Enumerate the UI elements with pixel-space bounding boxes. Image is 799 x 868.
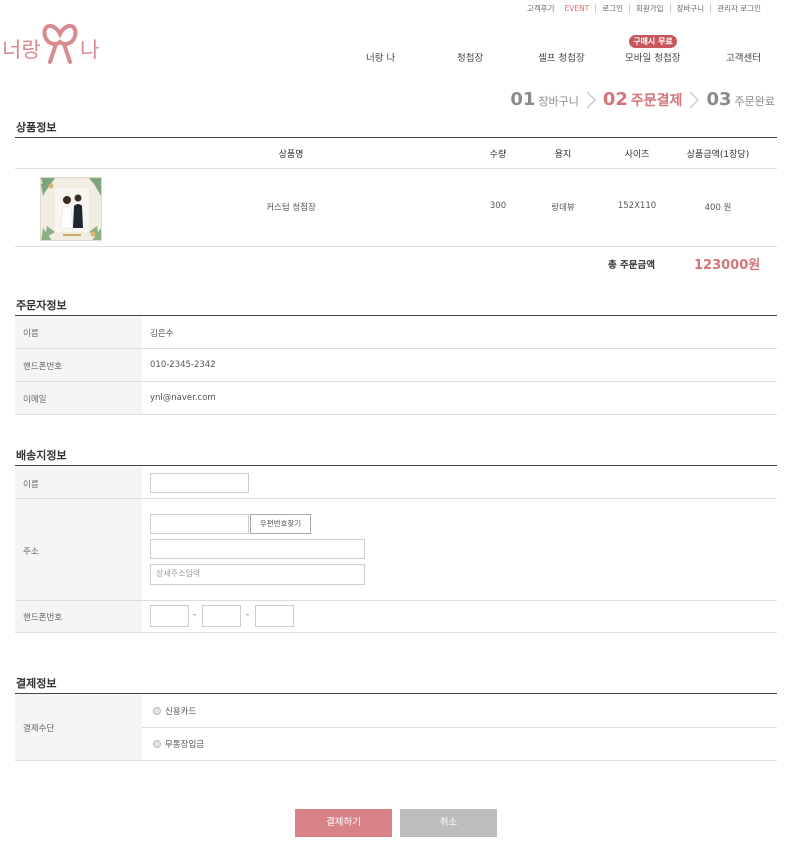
col-header-price: 상품금액(1장당) <box>686 150 750 160</box>
dash-separator: - <box>246 610 250 620</box>
step-payment: 02 주문결제 <box>602 89 683 110</box>
col-header-name: 상품명 <box>278 150 304 160</box>
orderer-email-label: 이메일 <box>23 395 47 405</box>
nav-item-customer-center[interactable]: 고객센터 <box>726 50 761 64</box>
col-header-paper: 용지 <box>554 150 572 160</box>
address-detail-input[interactable]: 상세주소입력 <box>150 564 365 585</box>
product-section-title: 상품정보 <box>16 121 57 134</box>
divider <box>15 632 777 633</box>
payment-method-label: 결제수단 <box>23 724 55 734</box>
utility-links: 고객후기 EVENT 로그인 회원가입 장바구니 관리자 로그인 <box>521 4 767 13</box>
product-size: 152X110 <box>617 201 657 211</box>
phone-part3-input[interactable] <box>255 605 294 627</box>
shipping-address-label: 주소 <box>23 547 39 557</box>
dash-separator: - <box>193 610 197 620</box>
order-steps: 01 장바구니 02 주문결제 03 주문완료 <box>510 89 775 110</box>
util-link-login[interactable]: 로그인 <box>595 4 629 13</box>
wedding-photo-image <box>41 178 101 240</box>
divider <box>15 498 777 499</box>
orderer-phone-label: 핸드폰번호 <box>23 362 63 372</box>
divider <box>15 168 777 169</box>
total-amount-label: 총 주문금액 <box>608 260 656 271</box>
zipcode-input[interactable] <box>150 514 249 534</box>
util-link-signup[interactable]: 회원가입 <box>628 4 670 13</box>
divider <box>15 246 777 247</box>
divider <box>142 727 777 728</box>
divider <box>15 600 777 601</box>
logo[interactable]: 너랑 나 <box>2 18 112 68</box>
pay-button[interactable]: 결제하기 <box>295 809 392 837</box>
shipping-name-input[interactable] <box>150 473 249 493</box>
product-paper: 랑데뷰 <box>551 203 575 213</box>
radio-bank-transfer[interactable] <box>153 740 161 748</box>
phone-part2-input[interactable] <box>202 605 241 627</box>
step-cart: 01 장바구니 <box>510 89 579 110</box>
total-amount-value: 123000원 <box>694 258 761 273</box>
orderer-email-value: ynl@naver.com <box>150 393 216 403</box>
orderer-name-label: 이름 <box>23 329 39 339</box>
product-thumbnail <box>40 177 102 241</box>
divider <box>15 137 777 138</box>
chevron-right-icon <box>689 90 700 109</box>
col-header-size: 사이즈 <box>624 150 650 160</box>
phone-part1-input[interactable] <box>150 605 189 627</box>
bank-transfer-label[interactable]: 무통장입금 <box>165 738 204 750</box>
chevron-right-icon <box>586 90 596 109</box>
product-qty: 300 <box>489 201 507 211</box>
nav-item-self-invitation[interactable]: 셀프 청첩장 <box>538 50 585 64</box>
divider <box>15 381 777 382</box>
col-header-qty: 수량 <box>489 150 507 160</box>
radio-credit-card[interactable] <box>153 707 161 715</box>
util-link-event[interactable]: EVENT <box>560 4 595 13</box>
credit-card-label[interactable]: 신용카드 <box>165 705 196 717</box>
nav-item-mobile-invitation[interactable]: 모바일 청첩장 <box>625 50 680 64</box>
divider <box>15 760 777 761</box>
free-badge: 구매시 무료 <box>629 35 677 48</box>
divider <box>15 414 777 415</box>
shipping-name-label: 이름 <box>23 480 39 490</box>
payment-section-title: 결제정보 <box>16 677 57 690</box>
product-name: 커스텀 청첩장 <box>266 203 316 213</box>
orderer-phone-value: 010-2345-2342 <box>150 360 216 370</box>
nav-item-home[interactable]: 너랑 나 <box>366 50 395 64</box>
logo-text-right: 나 <box>80 38 100 62</box>
orderer-name-value: 김은수 <box>150 329 174 339</box>
product-price: 400 원 <box>704 203 732 213</box>
step-complete: 03 주문완료 <box>706 89 775 110</box>
address-input[interactable] <box>150 539 365 559</box>
util-link-admin-login[interactable]: 관리자 로그인 <box>710 4 767 13</box>
nav-item-invitation[interactable]: 청첩장 <box>457 50 483 64</box>
cancel-button[interactable]: 취소 <box>400 809 497 837</box>
util-link-reviews[interactable]: 고객후기 <box>521 4 561 13</box>
heart-ribbon-icon <box>42 24 78 64</box>
divider <box>15 348 777 349</box>
util-link-cart[interactable]: 장바구니 <box>669 4 711 13</box>
logo-text-left: 너랑 <box>2 38 41 62</box>
shipping-section-title: 배송지정보 <box>16 449 67 462</box>
zipcode-search-button[interactable]: 우편번호찾기 <box>250 514 311 534</box>
shipping-phone-label: 핸드폰번호 <box>23 613 63 623</box>
orderer-section-title: 주문자정보 <box>16 299 67 312</box>
